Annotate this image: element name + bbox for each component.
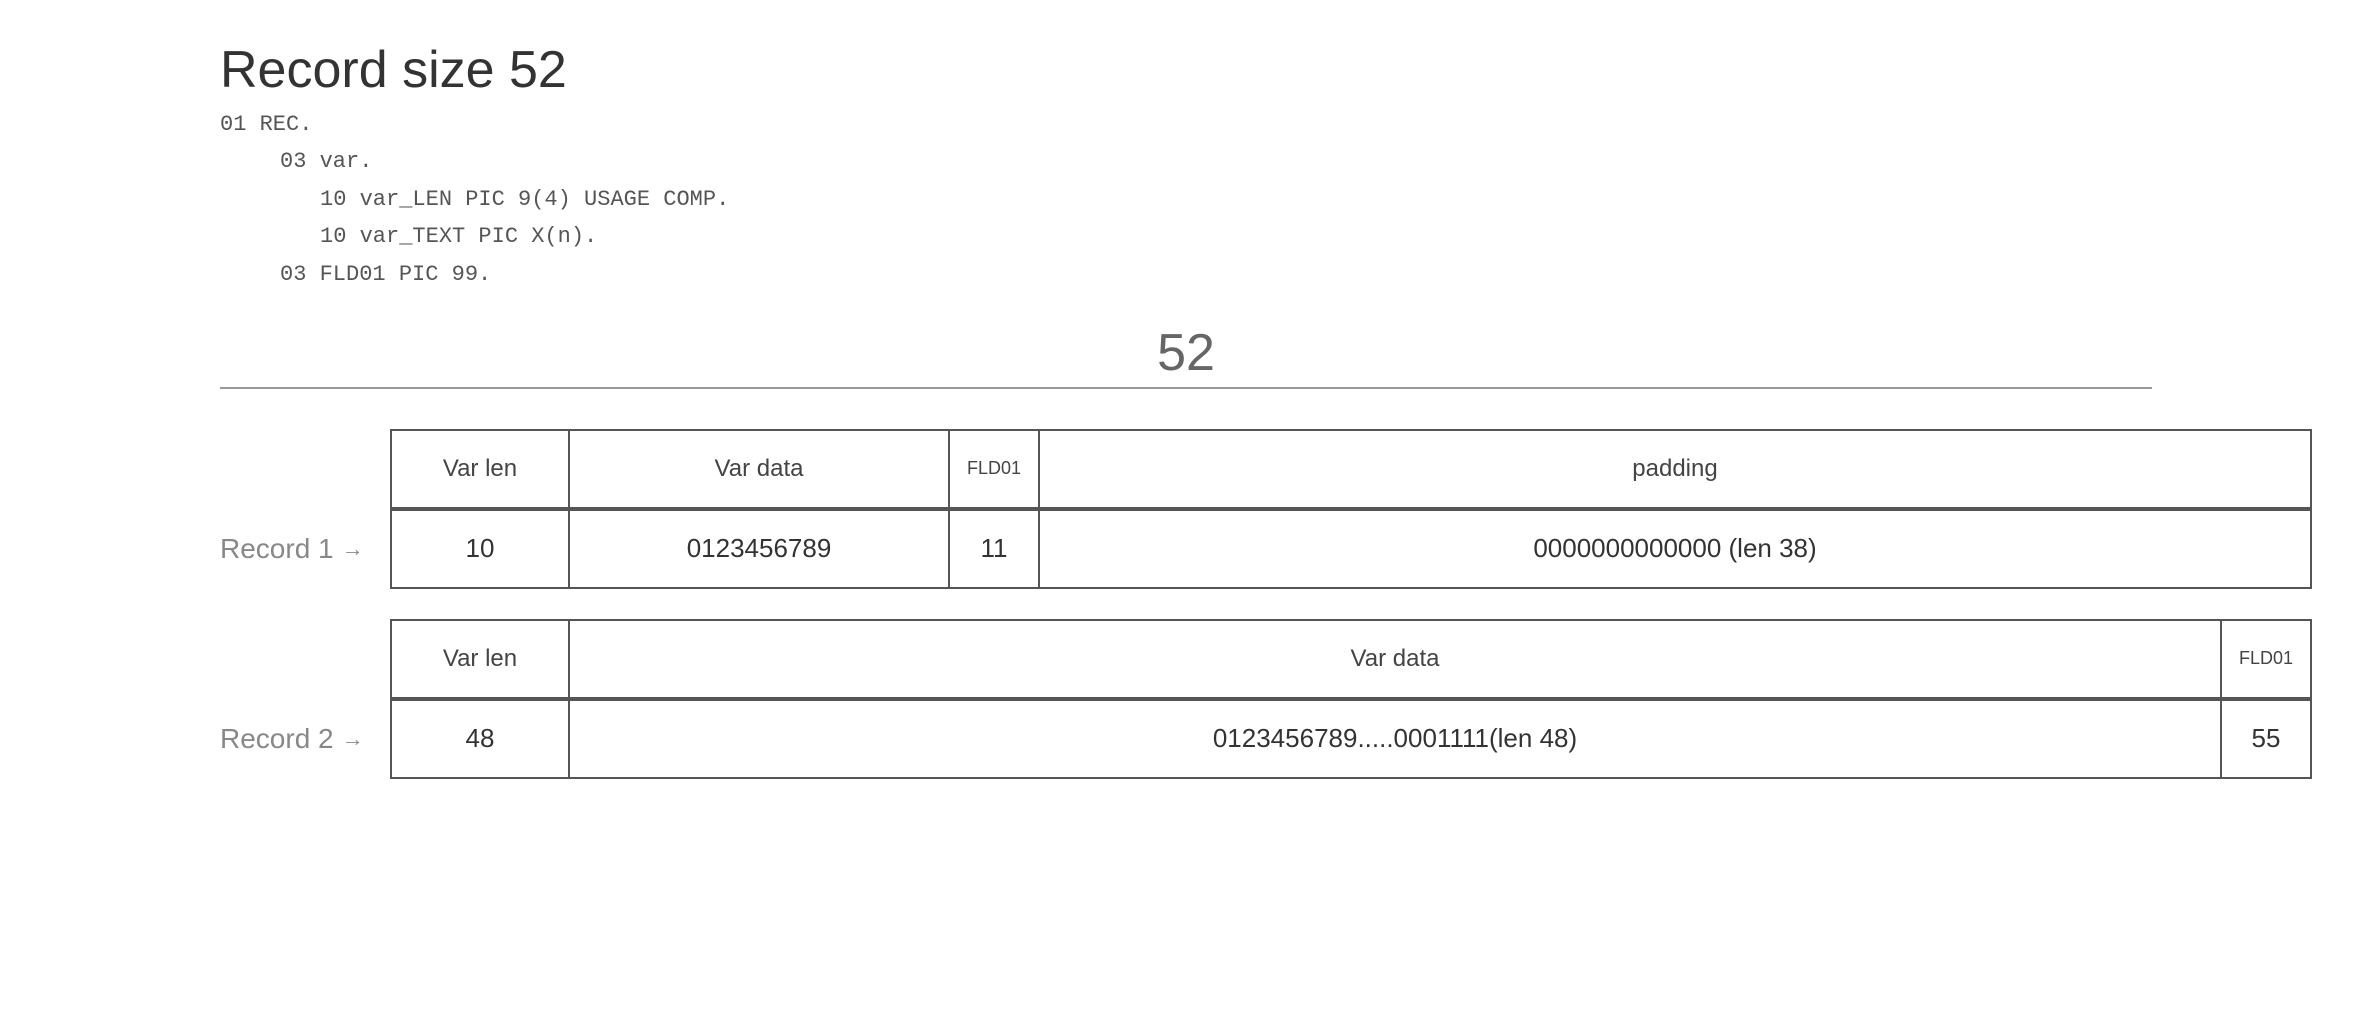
r1-header-fld01: FLD01 [950,429,1040,509]
record1-data-cells: 10 0123456789 11 0000000000000 (len 38) [390,509,2312,589]
r2-header-fld01: FLD01 [2222,619,2312,699]
record1-header-row: Var len Var data FLD01 padding [220,429,2312,509]
r2-header-vardata: Var data [570,619,2222,699]
r1-data-padding: 0000000000000 (len 38) [1040,509,2312,589]
r2-header-varlen: Var len [390,619,570,699]
r1-header-vardata: Var data [570,429,950,509]
record2-group: Var len Var data FLD01 Record 2 → 48 012… [220,619,2312,779]
record1-header-cells: Var len Var data FLD01 padding [390,429,2312,509]
code-line-0: 01 REC. [220,106,2312,143]
r1-header-varlen: Var len [390,429,570,509]
page-title: Record size 52 [220,40,2312,100]
record1-group: Var len Var data FLD01 padding Record 1 … [220,429,2312,589]
record2-arrow: → [342,726,364,752]
code-line-1: 03 var. [280,143,2312,180]
record2-header-cells: Var len Var data FLD01 [390,619,2312,699]
record1-label: Record 1 → [220,533,364,565]
r2-data-vardata: 0123456789.....0001111(len 48) [570,699,2222,779]
r1-data-vardata: 0123456789 [570,509,950,589]
code-line-3: 10 var_TEXT PIC X(n). [320,218,2312,255]
record2-data-cells: 48 0123456789.....0001111(len 48) 55 [390,699,2312,779]
record2-label-text: Record 2 [220,723,334,755]
record2-data-row: Record 2 → 48 0123456789.....0001111(len… [220,699,2312,779]
r2-data-varlen: 48 [390,699,570,779]
r1-header-padding: padding [1040,429,2312,509]
record1-data-row: Record 1 → 10 0123456789 11 000000000000… [220,509,2312,589]
record1-label-area: Record 1 → [220,533,390,565]
code-line-2: 10 var_LEN PIC 9(4) USAGE COMP. [320,181,2312,218]
record1-header-table: Var len Var data FLD01 padding [390,429,2312,509]
size-section: 52 [220,323,2152,389]
record2-label: Record 2 → [220,723,364,755]
record2-header-row: Var len Var data FLD01 [220,619,2312,699]
record1-arrow: → [342,536,364,562]
r1-data-varlen: 10 [390,509,570,589]
r2-data-fld01: 55 [2222,699,2312,779]
record1-data-table: 10 0123456789 11 0000000000000 (len 38) [390,509,2312,589]
record2-header-table: Var len Var data FLD01 [390,619,2312,699]
r1-data-fld01: 11 [950,509,1040,589]
record2-label-area: Record 2 → [220,723,390,755]
cobol-code-block: 01 REC. 03 var. 10 var_LEN PIC 9(4) USAG… [220,106,2312,293]
size-label: 52 [220,323,2152,383]
size-line [220,387,2152,389]
records-area: Var len Var data FLD01 padding Record 1 … [220,429,2312,779]
code-line-4: 03 FLD01 PIC 99. [280,256,2312,293]
record2-data-table: 48 0123456789.....0001111(len 48) 55 [390,699,2312,779]
record1-label-text: Record 1 [220,533,334,565]
